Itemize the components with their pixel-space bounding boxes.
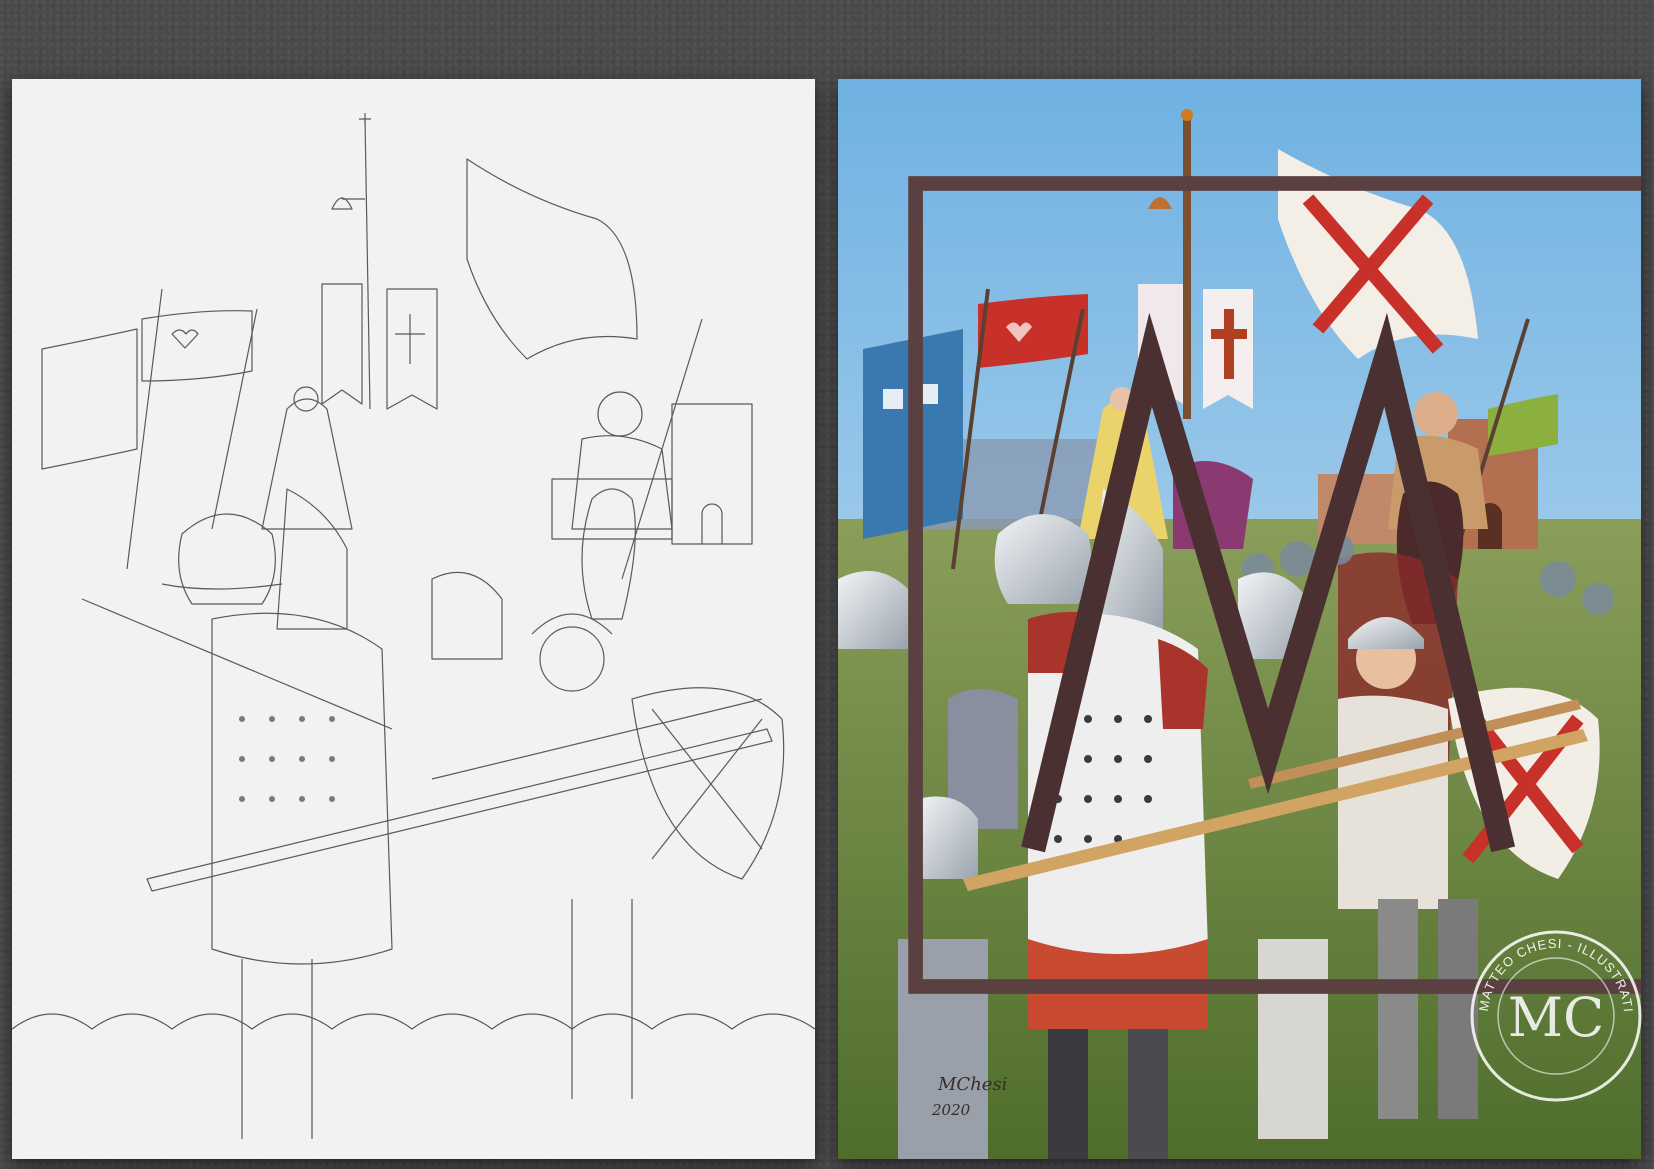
artist-signature-name: MChesi [938,1074,1008,1095]
watermark-logo: MATTEO CHESI - ILLUSTRATIONS MC [1458,918,1642,1102]
artist-signature-year: 2020 [932,1101,971,1119]
sketch-panel [12,79,815,1159]
sketch-illustration [12,79,815,1159]
watermark-monogram: MC [1508,986,1605,1049]
